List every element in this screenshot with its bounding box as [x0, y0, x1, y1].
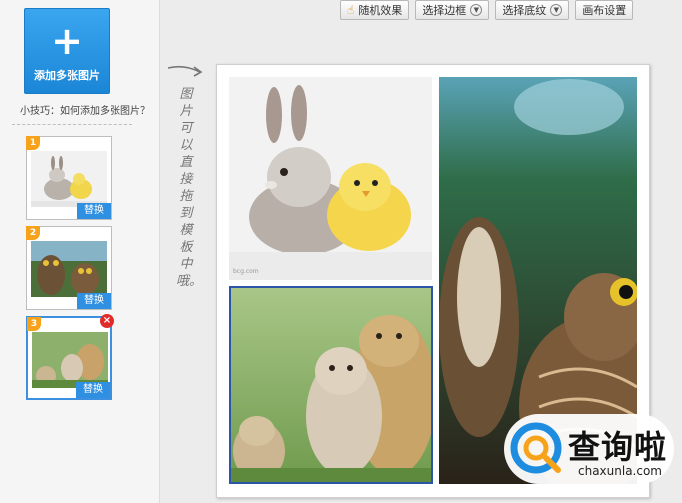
thumbnail-image-rabbit	[31, 151, 107, 207]
thumbnail-index: 3	[27, 317, 41, 331]
replace-button-1[interactable]: 替换	[77, 203, 111, 219]
drag-hint-text: 图片可以直接拖到模板中哦。	[176, 87, 203, 289]
watermark: 查询啦 chaxunla.com	[504, 414, 674, 484]
thumbnail-image-cheetahs	[32, 332, 108, 388]
add-multiple-images-button[interactable]: + 添加多张图片	[24, 8, 110, 94]
plus-icon: +	[51, 19, 83, 63]
replace-button-3[interactable]: 替换	[76, 382, 110, 398]
divider	[12, 124, 132, 125]
random-effect-button[interactable]: ☝ 随机效果	[340, 0, 410, 20]
thumbnail-index: 1	[26, 136, 40, 150]
thumbnail-1[interactable]: 1 替换	[26, 136, 112, 220]
toolbar: ☝ 随机效果 选择边框 ▼ 选择底纹 ▼ 画布设置	[340, 0, 634, 22]
tip-link[interactable]: 小技巧：如何添加多张图片？	[0, 102, 150, 117]
thumbnail-image-owls	[31, 241, 107, 297]
collage-slot-rabbit[interactable]: bcg.com	[229, 77, 432, 280]
photo-caption: bcg.com	[233, 268, 259, 275]
random-effect-label: 随机效果	[358, 4, 403, 17]
canvas-settings-button[interactable]: 画布设置	[575, 0, 634, 20]
collage-slot-cheetahs[interactable]	[229, 286, 433, 484]
watermark-cn-text: 查询啦	[568, 428, 668, 466]
app-window: + 添加多张图片 小技巧：如何添加多张图片？ 1 替换 2 替换 3 × 替换 …	[0, 0, 682, 503]
thumbnail-2[interactable]: 2 替换	[26, 226, 112, 310]
sidebar: + 添加多张图片 小技巧：如何添加多张图片？ 1 替换 2 替换 3 × 替换	[0, 0, 160, 503]
close-icon[interactable]: ×	[100, 314, 114, 328]
select-border-label: 选择边框	[422, 4, 467, 17]
hint-arrow-icon	[167, 65, 203, 77]
watermark-en-text: chaxunla.com	[578, 464, 662, 478]
search-logo-icon	[510, 422, 562, 474]
chevron-down-icon: ▼	[550, 4, 563, 16]
thumbnail-3[interactable]: 3 × 替换	[26, 314, 114, 400]
replace-button-2[interactable]: 替换	[77, 293, 111, 309]
select-background-label: 选择底纹	[502, 4, 547, 17]
select-background-dropdown[interactable]: 选择底纹 ▼	[495, 0, 570, 20]
add-button-label: 添加多张图片	[34, 69, 100, 82]
select-border-dropdown[interactable]: 选择边框 ▼	[415, 0, 490, 20]
hand-pointer-icon: ☝	[347, 3, 355, 17]
canvas-settings-label: 画布设置	[582, 4, 627, 17]
chevron-down-icon: ▼	[470, 4, 483, 16]
thumbnail-index: 2	[26, 226, 40, 240]
